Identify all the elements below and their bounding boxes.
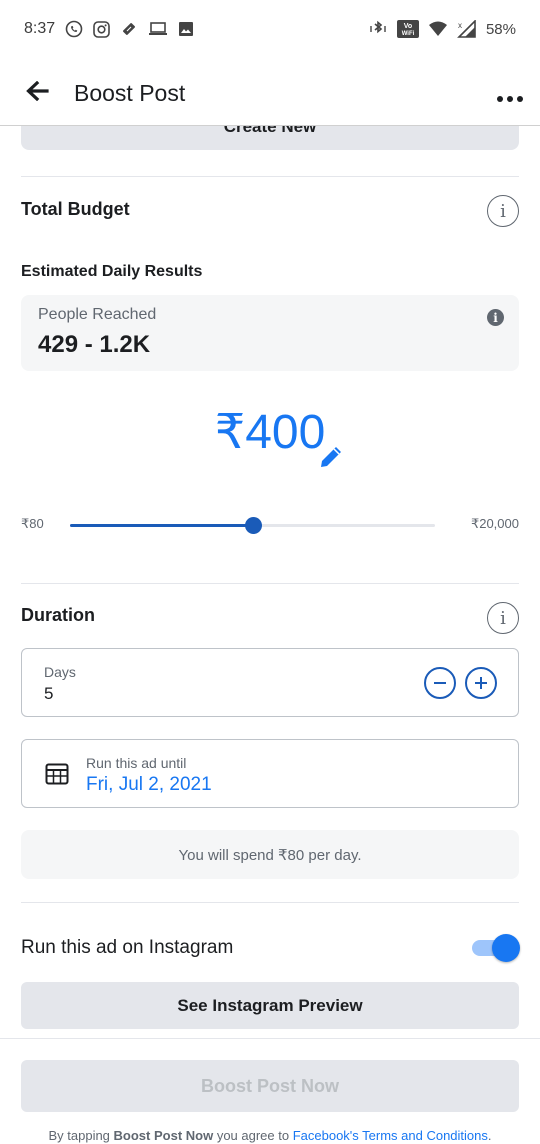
terms-link[interactable]: Facebook's Terms and Conditions (293, 1128, 488, 1143)
terms-suffix: . (487, 1128, 492, 1143)
vowifi-icon: Vo WiFi (396, 20, 419, 38)
instagram-toggle-label: Run this ad on Instagram (21, 937, 234, 958)
reach-info-icon[interactable]: i (487, 309, 504, 326)
status-bar: 8:37 Vo WiFi x 58% (0, 0, 540, 58)
more-button[interactable] (480, 62, 540, 126)
people-reached-card: People Reached 429 - 1.2K i (21, 295, 519, 371)
instagram-preview-button[interactable]: See Instagram Preview (21, 982, 519, 1029)
laptop-icon (148, 21, 168, 37)
duration-title: Duration (21, 605, 95, 625)
days-label: Days (44, 664, 76, 680)
minus-icon[interactable] (424, 667, 456, 699)
divider (21, 176, 519, 177)
duration-info-icon[interactable]: i (487, 602, 519, 634)
instagram-icon (93, 20, 110, 38)
more-icon (496, 78, 524, 110)
slider-min-label: ₹80 (21, 516, 44, 531)
end-date-picker[interactable]: Run this ad until Fri, Jul 2, 2021 (21, 739, 519, 808)
svg-text:Vo: Vo (404, 23, 412, 30)
budget-info-icon[interactable]: i (487, 195, 519, 227)
terms-prefix: By tapping (48, 1128, 114, 1143)
signal-icon: x (457, 20, 477, 38)
back-arrow-icon (25, 80, 49, 106)
people-reached-value: 429 - 1.2K (38, 331, 151, 358)
ticket-icon (120, 20, 138, 38)
run-until-value[interactable]: Fri, Jul 2, 2021 (86, 774, 212, 796)
daily-spend-note: You will spend ₹80 per day. (21, 830, 519, 879)
days-stepper[interactable]: Days 5 (21, 648, 519, 717)
budget-slider[interactable] (70, 517, 435, 534)
page-title: Boost Post (74, 80, 186, 106)
daily-spend-text: You will spend ₹80 per day. (178, 846, 362, 864)
instagram-toggle[interactable] (472, 933, 520, 963)
boost-post-now-label: Boost Post Now (201, 1075, 339, 1096)
image-icon (178, 21, 194, 37)
terms-text: By tapping Boost Post Now you agree to F… (0, 1128, 540, 1143)
divider (21, 583, 519, 584)
people-reached-label: People Reached (38, 306, 157, 323)
run-until-label: Run this ad until (86, 755, 187, 771)
instagram-preview-label: See Instagram Preview (177, 995, 363, 1015)
back-button[interactable] (0, 62, 74, 126)
divider (21, 902, 519, 903)
status-time: 8:37 (24, 20, 56, 37)
footer-divider (0, 1038, 540, 1039)
create-new-label: Create New (223, 126, 317, 136)
bluetooth-vibrate-icon (368, 20, 388, 38)
svg-text:WiFi: WiFi (402, 31, 415, 37)
toggle-knob (492, 934, 520, 962)
calendar-icon (45, 762, 69, 791)
budget-amount[interactable]: ₹400 (0, 404, 540, 460)
estimated-results-title: Estimated Daily Results (21, 263, 203, 280)
terms-middle: you agree to (213, 1128, 293, 1143)
slider-thumb[interactable] (244, 517, 262, 534)
wifi-icon (428, 21, 448, 37)
boost-post-now-button[interactable]: Boost Post Now (21, 1060, 519, 1112)
slider-max-label: ₹20,000 (470, 516, 519, 531)
plus-icon[interactable] (465, 667, 497, 699)
terms-bold: Boost Post Now (113, 1128, 214, 1143)
days-value[interactable]: 5 (44, 684, 53, 704)
slider-fill (70, 524, 253, 527)
svg-text:x: x (458, 21, 462, 30)
create-new-button[interactable]: Create New (21, 126, 519, 150)
whatsapp-icon (65, 20, 83, 38)
pencil-icon[interactable] (317, 443, 345, 476)
app-bar: Boost Post (0, 62, 540, 126)
battery-percent: 58% (485, 20, 516, 38)
total-budget-title: Total Budget (21, 199, 130, 219)
